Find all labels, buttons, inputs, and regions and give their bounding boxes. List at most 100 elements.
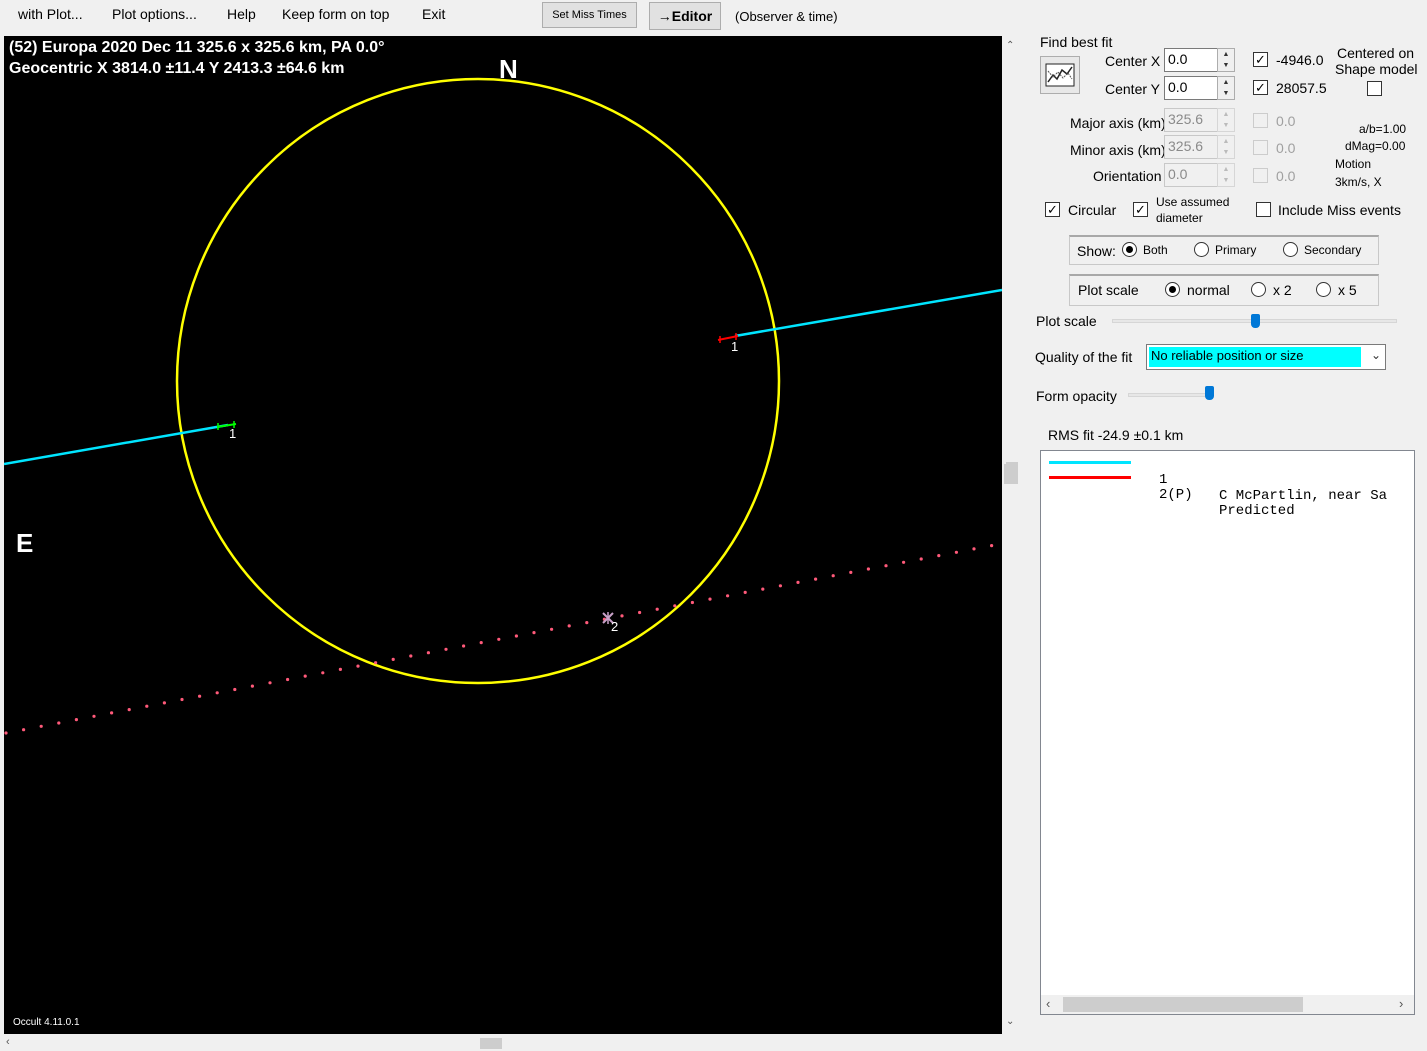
major-axis-spinner[interactable]: ▲ ▼ — [1217, 108, 1235, 132]
circular-checkbox[interactable]: ✓ — [1045, 202, 1060, 217]
scroll-left-icon[interactable]: ‹ — [1046, 996, 1050, 1011]
predicted-path-dot — [497, 637, 501, 641]
menu-with-plot[interactable]: with Plot... — [18, 6, 83, 22]
predicted-path-dot — [162, 701, 166, 705]
predicted-path-dot — [550, 627, 554, 631]
predicted-path-dot — [708, 597, 712, 601]
predicted-path-dot — [884, 564, 888, 568]
asteroid-outline — [175, 77, 781, 685]
menu-help[interactable]: Help — [227, 6, 256, 22]
use-assumed-label: Use assumed — [1156, 195, 1230, 209]
predicted-path-dot — [268, 681, 272, 685]
minor-axis-fit-checkbox[interactable] — [1253, 140, 1268, 155]
quality-label: Quality of the fit — [1035, 349, 1133, 365]
show-primary-label[interactable]: Primary — [1215, 243, 1256, 257]
use-assumed-diameter-checkbox[interactable]: ✓ — [1133, 202, 1148, 217]
observer-time-label[interactable]: (Observer & time) — [735, 9, 838, 24]
predicted-path-dot — [831, 574, 835, 578]
predicted-path-dot — [972, 547, 976, 551]
legend-row-predicted[interactable]: 2(P) Predicted — [1049, 471, 1409, 535]
orientation-input[interactable]: 0.0 — [1164, 163, 1218, 187]
scroll-down-icon[interactable]: ⌄ — [1006, 1016, 1014, 1027]
predicted-path-dot — [4, 731, 8, 735]
scroll-right-icon[interactable]: › — [1399, 996, 1403, 1011]
center-y-spinner[interactable]: ▲ ▼ — [1217, 76, 1235, 100]
plot-scale-group-label: Plot scale — [1078, 282, 1139, 298]
predicted-path-dot — [796, 580, 800, 585]
quality-value: No reliable position or size — [1149, 347, 1361, 367]
major-axis-fit-checkbox[interactable] — [1253, 113, 1268, 128]
center-x-spinner[interactable]: ▲ ▼ — [1217, 48, 1235, 72]
form-opacity-label: Form opacity — [1036, 388, 1117, 404]
form-opacity-slider-thumb[interactable] — [1204, 386, 1214, 400]
predicted-path-dot — [638, 610, 642, 615]
menu-plot-options[interactable]: Plot options... — [112, 6, 197, 22]
predicted-path-dot — [849, 570, 853, 575]
minor-axis-fit-value: 0.0 — [1276, 140, 1296, 156]
scale-normal-label[interactable]: normal — [1187, 282, 1230, 298]
y-offset-value: 28057.5 — [1276, 80, 1327, 96]
chevron-down-icon[interactable]: ⌄ — [1371, 348, 1381, 362]
predicted-path-dot — [567, 624, 571, 628]
minor-axis-spinner[interactable]: ▲ ▼ — [1217, 135, 1235, 159]
predicted-path-dot — [673, 604, 677, 608]
scale-normal-radio[interactable] — [1165, 282, 1180, 297]
x-offset-checkbox[interactable]: ✓ — [1253, 52, 1268, 67]
predicted-path-dot — [374, 661, 378, 665]
menu-keep-on-top[interactable]: Keep form on top — [282, 6, 389, 22]
scale-x2-label[interactable]: x 2 — [1273, 282, 1292, 298]
scale-x5-radio[interactable] — [1316, 282, 1331, 297]
plot-scale-slider-label: Plot scale — [1036, 313, 1097, 329]
menu-exit[interactable]: Exit — [422, 6, 445, 22]
plot-area[interactable]: (52) Europa 2020 Dec 11 325.6 x 325.6 km… — [4, 36, 1002, 1034]
show-secondary-label[interactable]: Secondary — [1304, 243, 1361, 257]
editor-button[interactable]: →Editor — [649, 2, 721, 30]
show-primary-radio[interactable] — [1194, 242, 1209, 257]
scroll-up-icon[interactable]: ⌃ — [1006, 40, 1014, 51]
predicted-path-dot — [990, 544, 994, 548]
major-axis-fit-value: 0.0 — [1276, 113, 1296, 129]
minor-axis-input[interactable]: 325.6 — [1164, 135, 1218, 159]
plot-vertical-scrollbar[interactable]: ⌃ ⌄ — [1003, 34, 1021, 1036]
predicted-path-dot — [532, 631, 536, 635]
scroll-left-icon[interactable]: ‹ — [6, 1036, 10, 1048]
y-offset-checkbox[interactable]: ✓ — [1253, 80, 1268, 95]
find-best-fit-button[interactable] — [1040, 56, 1080, 94]
legend-listbox[interactable]: 1 C McPartlin, near Sa 2(P) Predicted ‹ … — [1040, 450, 1415, 1015]
scale-x5-label[interactable]: x 5 — [1338, 282, 1357, 298]
plot-title-line2: Geocentric X 3814.0 ±11.4 Y 2413.3 ±64.6… — [9, 60, 345, 77]
predicted-path-dot — [726, 594, 730, 598]
legend-hscroll-thumb[interactable] — [1063, 997, 1303, 1012]
predicted-path-dot — [585, 621, 589, 625]
form-opacity-slider-track[interactable] — [1128, 393, 1213, 397]
center-y-input[interactable]: 0.0 — [1164, 76, 1218, 100]
orientation-spinner[interactable]: ▲ ▼ — [1217, 163, 1235, 187]
major-axis-input[interactable]: 325.6 — [1164, 108, 1218, 132]
show-both-label[interactable]: Both — [1143, 243, 1168, 257]
show-both-radio[interactable] — [1122, 242, 1137, 257]
predicted-path-dot — [321, 671, 325, 675]
predicted-path-dot — [110, 711, 114, 715]
show-secondary-radio[interactable] — [1283, 242, 1298, 257]
shape-model-label: Shape model — [1335, 61, 1418, 77]
hscroll-thumb[interactable] — [480, 1038, 502, 1049]
legend-hscrollbar[interactable]: ‹ › — [1041, 995, 1414, 1014]
center-x-input[interactable]: 0.0 — [1164, 48, 1218, 72]
plot-horizontal-scrollbar[interactable]: ‹ — [0, 1036, 1004, 1051]
motion-label: Motion — [1335, 157, 1372, 171]
plot-scale-slider-thumb[interactable] — [1250, 314, 1260, 328]
shape-model-checkbox[interactable] — [1367, 81, 1382, 96]
predicted-path-dots — [4, 544, 994, 735]
orientation-fit-checkbox[interactable] — [1253, 168, 1268, 183]
scale-x2-radio[interactable] — [1251, 282, 1266, 297]
panel-scroll-thumb[interactable] — [1006, 462, 1018, 482]
set-miss-times-button[interactable]: Set Miss Times — [542, 2, 637, 28]
plot-svg — [4, 77, 1002, 735]
predicted-path-dot — [866, 567, 871, 571]
include-miss-label: Include Miss events — [1278, 202, 1401, 218]
quality-dropdown[interactable]: No reliable position or size ⌄ — [1146, 344, 1386, 370]
predicted-path-dot — [57, 721, 61, 725]
x-offset-value: -4946.0 — [1276, 52, 1324, 68]
predicted-path-dot — [444, 647, 448, 651]
include-miss-checkbox[interactable] — [1256, 202, 1271, 217]
